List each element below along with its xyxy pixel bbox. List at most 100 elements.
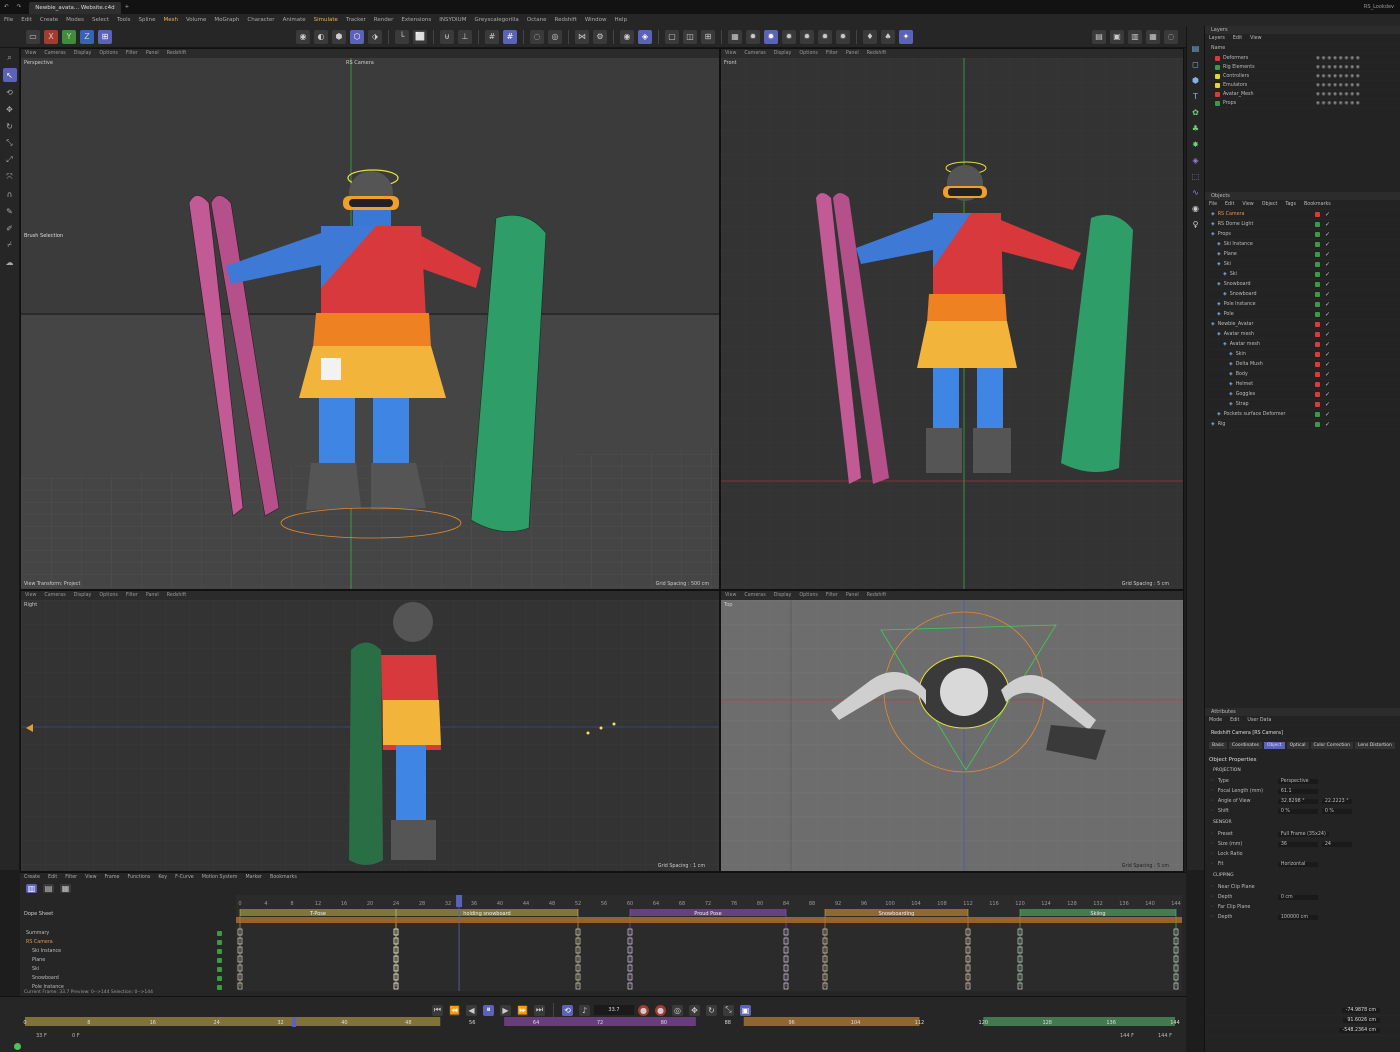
- menu-create[interactable]: Create: [36, 14, 62, 26]
- select-icon[interactable]: ↖: [2, 68, 17, 82]
- axis-x-button[interactable]: X: [44, 29, 58, 44]
- solo-icon[interactable]: ◌: [530, 29, 544, 44]
- tab-object[interactable]: Object: [1263, 742, 1285, 749]
- track-layer-swatch[interactable]: [217, 948, 222, 954]
- snap-settings-icon[interactable]: ⊥: [458, 29, 472, 44]
- animate-dot-icon[interactable]: ◦: [1211, 905, 1214, 910]
- animate-dot-icon[interactable]: ◦: [1211, 789, 1214, 794]
- main-playhead[interactable]: [292, 1017, 297, 1027]
- layer-row[interactable]: Controllers ◉ ◉ ◉ ◉ ◉ ◉ ◉ ◉: [1205, 72, 1400, 81]
- menu-extensions[interactable]: Extensions: [397, 14, 435, 26]
- field-value[interactable]: 0 cm: [1277, 894, 1318, 900]
- menu-mograph[interactable]: MoGraph: [210, 14, 243, 26]
- coordinate-value[interactable]: -74.9878 cm: [1341, 1008, 1380, 1013]
- layer-color-swatch[interactable]: [1215, 82, 1220, 88]
- move-icon[interactable]: ✥: [3, 102, 17, 116]
- prev-key-icon[interactable]: ⏪: [449, 1004, 460, 1016]
- field-value[interactable]: Horizontal: [1277, 861, 1318, 867]
- timeline-menu-key[interactable]: Key: [154, 872, 171, 884]
- viewport-menu-panel[interactable]: Panel: [142, 51, 163, 56]
- field-value-2[interactable]: 22.2223 °: [1321, 798, 1352, 804]
- knife-icon[interactable]: ⌿: [3, 238, 17, 252]
- camera-label[interactable]: RS Camera: [346, 60, 374, 66]
- scene-icon[interactable]: ♠: [881, 29, 895, 44]
- layer-tag-swatch[interactable]: [1314, 382, 1320, 387]
- enabled-check-icon[interactable]: ✓: [1325, 261, 1330, 268]
- display-skeleton-icon[interactable]: ✹: [836, 29, 850, 44]
- animate-dot-icon[interactable]: ◦: [1211, 832, 1214, 837]
- object-row[interactable]: ◈ Pockets surface Deformer ✓: [1205, 410, 1400, 420]
- current-frame-field[interactable]: 33.7: [594, 1005, 634, 1015]
- layer-row[interactable]: Emulators ◉ ◉ ◉ ◉ ◉ ◉ ◉ ◉: [1205, 81, 1400, 90]
- attributes-menu-mode[interactable]: Mode: [1205, 718, 1226, 723]
- timeline-menu-filter[interactable]: Filter: [61, 872, 81, 884]
- viewport-menu-redshift[interactable]: Redshift: [163, 51, 190, 56]
- object-row[interactable]: ◈ Helmet ✓: [1205, 380, 1400, 390]
- enabled-check-icon[interactable]: ✓: [1325, 291, 1330, 298]
- coordinate-system-button[interactable]: ⊞: [98, 29, 112, 44]
- layer-tag-swatch[interactable]: [1314, 292, 1320, 297]
- enabled-check-icon[interactable]: ✓: [1325, 211, 1330, 218]
- menu-modes[interactable]: Modes: [62, 14, 88, 26]
- layer-toggle-icons[interactable]: ◉ ◉ ◉ ◉ ◉ ◉ ◉ ◉: [1316, 74, 1400, 79]
- timeline-menu-bookmarks[interactable]: Bookmarks: [266, 872, 301, 884]
- axis-y-button[interactable]: Y: [62, 29, 76, 44]
- transform-icon[interactable]: ⤢: [3, 153, 17, 167]
- right-viewport[interactable]: View Cameras Display Options Filter Panel Reds…: [20, 590, 720, 872]
- animate-dot-icon[interactable]: ◦: [1211, 862, 1214, 867]
- timeline-menu-motionsystem[interactable]: Motion System: [198, 872, 242, 884]
- display-gouraud-icon[interactable]: ▦: [728, 29, 742, 44]
- edges-mode-icon[interactable]: ◐: [314, 29, 328, 44]
- field-value[interactable]: 32.8298 °: [1277, 798, 1318, 804]
- viewport-menu-filter[interactable]: Filter: [822, 593, 842, 598]
- render-region-icon[interactable]: ▤: [1092, 29, 1106, 44]
- enabled-check-icon[interactable]: ✓: [1325, 231, 1330, 238]
- layout-quad-icon[interactable]: ⊞: [701, 29, 715, 44]
- render-settings-icon[interactable]: ▦: [1146, 29, 1160, 44]
- animate-dot-icon[interactable]: ◦: [1211, 915, 1214, 920]
- enabled-check-icon[interactable]: ✓: [1325, 381, 1330, 388]
- menu-animate[interactable]: Animate: [279, 14, 310, 26]
- main-time-ruler[interactable]: 0 8 16 24 32 40 48 56 64 72 80 88 96 104 112 120 128 136 1…: [20, 1017, 1180, 1033]
- coordinate-value[interactable]: -548.2364 cm: [1338, 1028, 1380, 1033]
- track-row[interactable]: Snowboard: [20, 974, 236, 983]
- track-row[interactable]: Summary: [20, 929, 236, 938]
- paint-icon[interactable]: ✎: [3, 204, 17, 218]
- enabled-check-icon[interactable]: ✓: [1325, 351, 1330, 358]
- object-row[interactable]: ◈ Delta Mush ✓: [1205, 360, 1400, 370]
- render-queue-icon[interactable]: ▥: [1128, 29, 1142, 44]
- menu-help[interactable]: Help: [611, 14, 632, 26]
- motion-mode-icon[interactable]: ▦: [60, 883, 71, 893]
- key-scale-icon[interactable]: ⤡: [723, 1004, 734, 1016]
- display-quick-icon[interactable]: ✹: [746, 29, 760, 44]
- object-row[interactable]: ◈ Ski ✓: [1205, 270, 1400, 280]
- animate-dot-icon[interactable]: ◦: [1211, 779, 1214, 784]
- layer-color-swatch[interactable]: [1215, 73, 1220, 79]
- viewport-menu-display[interactable]: Display: [770, 51, 796, 56]
- symmetry-icon[interactable]: ⋈: [575, 29, 589, 44]
- clapper-icon[interactable]: ▭: [26, 29, 40, 44]
- enabled-check-icon[interactable]: ✓: [1325, 321, 1330, 328]
- object-row[interactable]: ◈ RS Camera ✓: [1205, 210, 1400, 220]
- animate-dot-icon[interactable]: ◦: [1211, 885, 1214, 890]
- timeline-menu-functions[interactable]: Functions: [123, 872, 154, 884]
- coordinate-value[interactable]: 91.6026 cm: [1343, 1018, 1380, 1023]
- marker-label[interactable]: Snowboarding: [879, 911, 915, 917]
- enabled-check-icon[interactable]: ✓: [1325, 371, 1330, 378]
- layout-single-icon[interactable]: ▢: [665, 29, 679, 44]
- field-value[interactable]: 61.1: [1277, 788, 1318, 794]
- track-layer-swatch[interactable]: [217, 984, 222, 990]
- layer-tag-swatch[interactable]: [1314, 422, 1320, 427]
- layer-tag-swatch[interactable]: [1314, 252, 1320, 257]
- layer-row[interactable]: Deformers ◉ ◉ ◉ ◉ ◉ ◉ ◉ ◉: [1205, 54, 1400, 63]
- track-row[interactable]: Ski: [20, 965, 236, 974]
- layers-icon[interactable]: ▤: [1189, 42, 1202, 55]
- enabled-check-icon[interactable]: ✓: [1325, 421, 1330, 428]
- tab-optical[interactable]: Optical: [1286, 742, 1309, 749]
- points-mode-icon[interactable]: ◉: [296, 29, 310, 44]
- light-icon[interactable]: ♀: [1189, 218, 1202, 231]
- viewport-menu-view[interactable]: View: [721, 593, 740, 598]
- enabled-check-icon[interactable]: ✓: [1325, 251, 1330, 258]
- menu-file[interactable]: File: [0, 14, 17, 26]
- layer-color-swatch[interactable]: [1215, 91, 1220, 97]
